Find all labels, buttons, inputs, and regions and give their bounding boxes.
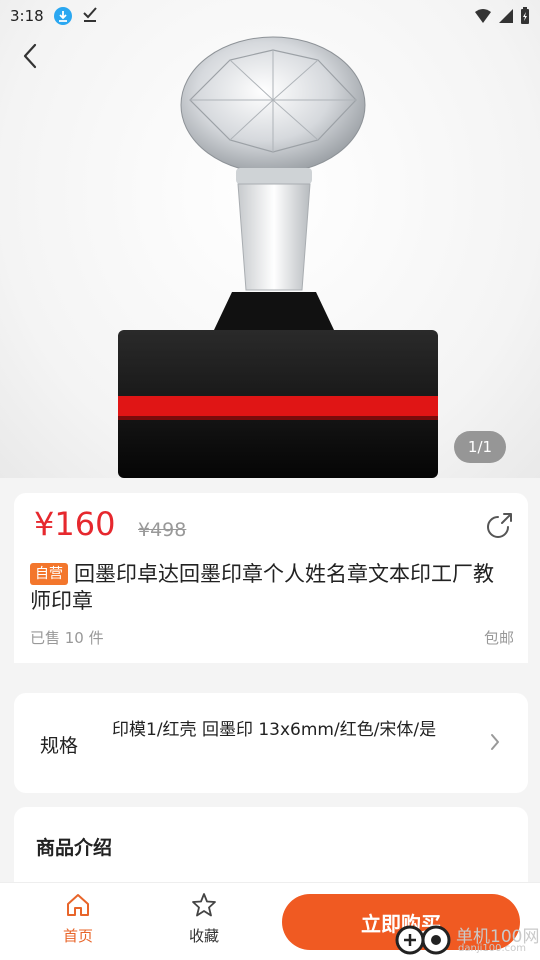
status-icons xyxy=(474,7,530,25)
sold-count: 已售 10 件 xyxy=(30,629,104,647)
share-button[interactable] xyxy=(484,511,514,541)
product-info-card: ¥160 ¥498 自营 回墨印卓达回墨印章个人姓名章文本印工厂教师印章 已售 1… xyxy=(14,493,528,663)
product-title: 回墨印卓达回墨印章个人姓名章文本印工厂教师印章 xyxy=(30,562,494,613)
spec-label: 规格 xyxy=(40,735,79,757)
stamp-product-image xyxy=(118,36,438,478)
back-button[interactable] xyxy=(14,40,46,72)
nav-home-label: 首页 xyxy=(62,927,93,945)
product-image-gallery[interactable]: 1/1 xyxy=(0,0,540,478)
nav-favorite-label: 收藏 xyxy=(188,927,219,945)
original-price: ¥498 xyxy=(138,519,187,541)
spec-value: 印模1/红壳 回墨印 13x6mm/红色/宋体/是 xyxy=(112,720,437,740)
nav-home[interactable]: 首页 xyxy=(48,891,108,946)
product-title-block: 自营 回墨印卓达回墨印章个人姓名章文本印工厂教师印章 xyxy=(30,561,510,615)
chevron-right-icon xyxy=(491,734,499,750)
intro-title: 商品介绍 xyxy=(36,837,113,859)
free-shipping-label: 包邮 xyxy=(483,629,514,647)
product-price: ¥160 xyxy=(34,505,116,543)
star-icon xyxy=(192,893,216,917)
share-icon xyxy=(487,513,512,538)
buy-now-button[interactable]: 立即购买 xyxy=(282,894,520,950)
image-pager: 1/1 xyxy=(454,431,506,463)
nav-favorite[interactable]: 收藏 xyxy=(174,891,234,946)
download-icon xyxy=(53,7,72,25)
self-operated-badge: 自营 xyxy=(30,563,68,585)
spec-selector[interactable]: 规格 印模1/红壳 回墨印 13x6mm/红色/宋体/是 xyxy=(14,693,528,793)
chevron-left-icon xyxy=(23,43,37,69)
wifi-icon xyxy=(475,9,491,23)
status-time: 3:18 xyxy=(10,7,44,25)
home-icon xyxy=(67,894,89,916)
check-download-icon xyxy=(82,6,98,26)
status-bar: 3:18 xyxy=(0,0,540,32)
battery-icon xyxy=(521,7,529,24)
signal-icon xyxy=(499,9,513,23)
bottom-action-bar: 首页 收藏 立即购买 xyxy=(0,882,540,960)
